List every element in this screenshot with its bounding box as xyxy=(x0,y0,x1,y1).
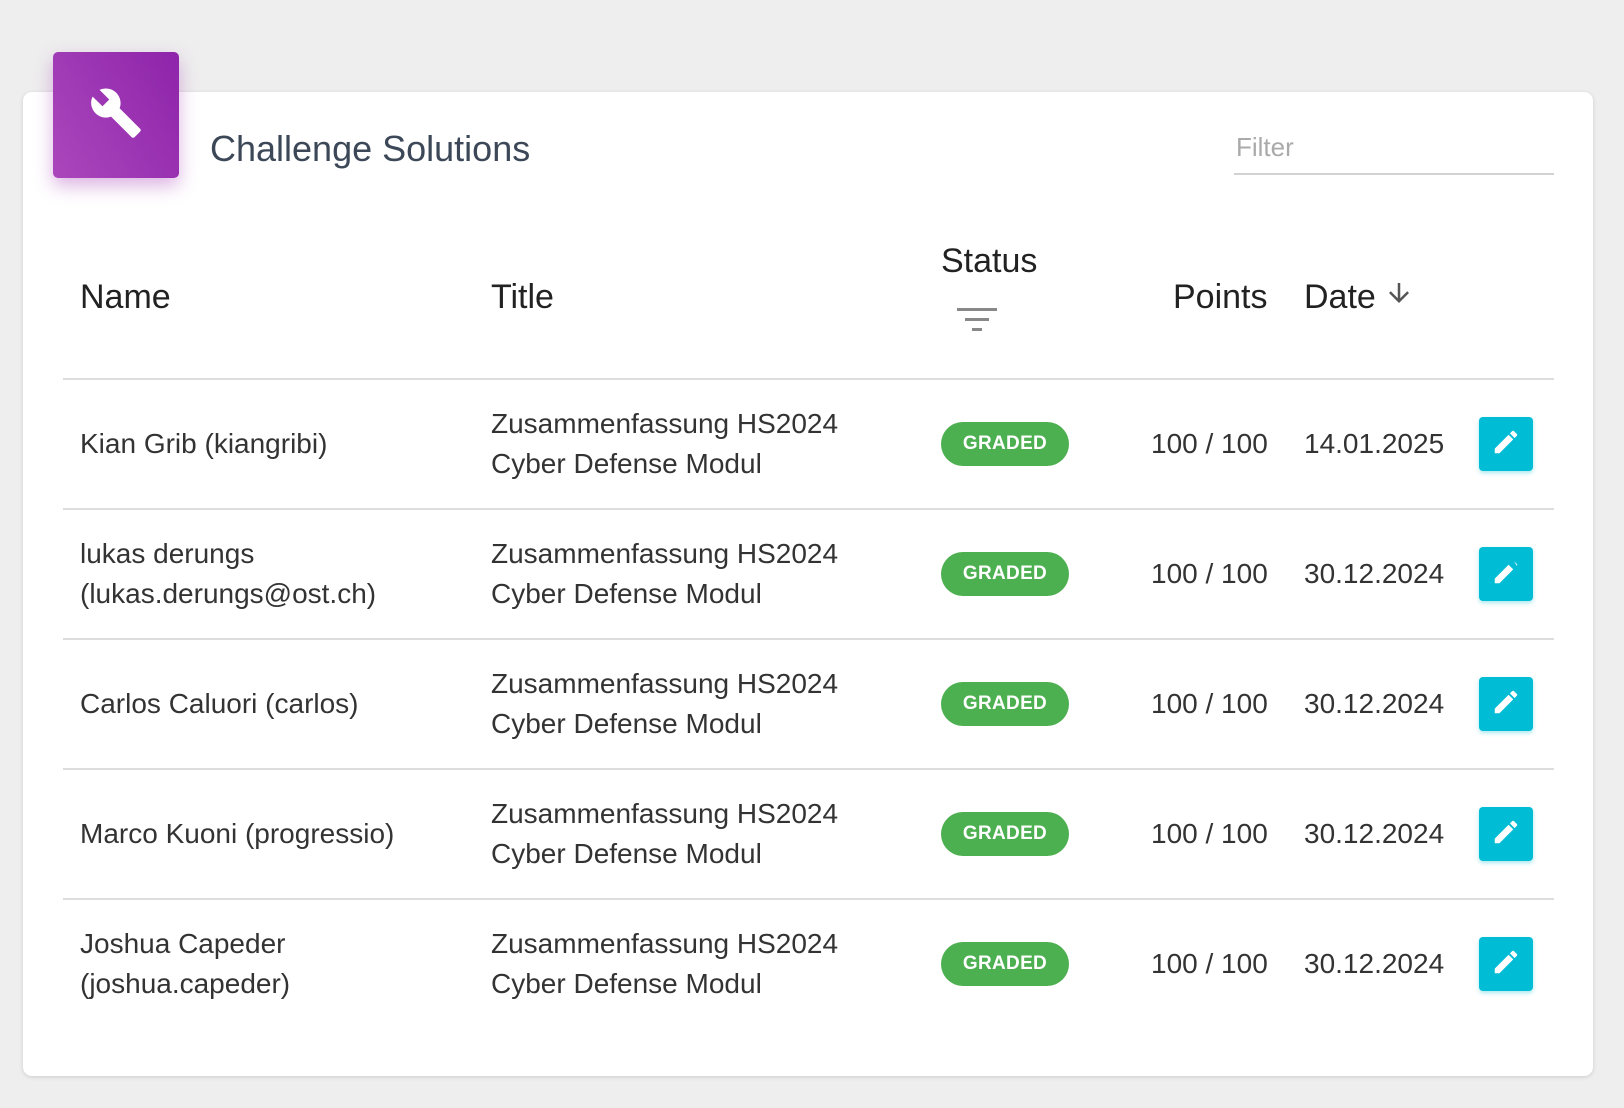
cell-date: 30.12.2024 xyxy=(1304,688,1445,719)
wrench-icon xyxy=(89,86,143,145)
cell-title: Zusammenfassung HS2024 Cyber Defense Mod… xyxy=(491,664,911,744)
name-line: Marco Kuoni (progressio) xyxy=(80,818,395,849)
cell-name: Kian Grib (kiangribi) xyxy=(80,424,460,464)
name-line: Carlos Caluori (carlos) xyxy=(80,688,359,719)
cell-name: Carlos Caluori (carlos) xyxy=(80,684,460,724)
title-line: Zusammenfassung HS2024 xyxy=(491,928,839,959)
card-header-icon-box xyxy=(53,52,179,178)
title-line: Cyber Defense Modul xyxy=(491,448,762,479)
filter-field xyxy=(1234,128,1554,175)
cell-name: Marco Kuoni (progressio) xyxy=(80,814,460,854)
filter-input[interactable] xyxy=(1234,128,1554,175)
title-line: Zusammenfassung HS2024 xyxy=(491,798,839,829)
status-badge: GRADED xyxy=(941,682,1069,726)
table-row: lukas derungs (lukas.derungs@ost.ch) Zus… xyxy=(63,510,1554,640)
cell-date: 30.12.2024 xyxy=(1304,948,1445,979)
title-line: Cyber Defense Modul xyxy=(491,968,762,999)
name-line: lukas derungs xyxy=(80,538,255,569)
status-badge: GRADED xyxy=(941,942,1069,986)
pencil-icon xyxy=(1491,817,1521,852)
cell-date: 30.12.2024 xyxy=(1304,818,1445,849)
cell-points: 100 / 100 xyxy=(1151,688,1268,719)
cell-date: 14.01.2025 xyxy=(1304,428,1445,459)
edit-button[interactable] xyxy=(1479,807,1533,861)
cell-title: Zusammenfassung HS2024 Cyber Defense Mod… xyxy=(491,924,911,1004)
cell-title: Zusammenfassung HS2024 Cyber Defense Mod… xyxy=(491,404,911,484)
table-row: Marco Kuoni (progressio) Zusammenfassung… xyxy=(63,770,1554,900)
table-row: Carlos Caluori (carlos) Zusammenfassung … xyxy=(63,640,1554,770)
arrow-down-icon xyxy=(1384,278,1414,317)
edit-button[interactable] xyxy=(1479,547,1533,601)
status-badge: GRADED xyxy=(941,422,1069,466)
page-title: Challenge Solutions xyxy=(210,128,531,169)
cell-points: 100 / 100 xyxy=(1151,558,1268,589)
column-header-status[interactable]: Status xyxy=(941,242,1037,281)
title-line: Cyber Defense Modul xyxy=(491,838,762,869)
solutions-table: Name Title Status Points Date Kian Grib … xyxy=(63,220,1554,1028)
status-badge: GRADED xyxy=(941,812,1069,856)
cell-points: 100 / 100 xyxy=(1151,428,1268,459)
name-line: (joshua.capeder) xyxy=(80,968,291,999)
pencil-icon xyxy=(1491,947,1521,982)
table-row: Joshua Capeder (joshua.capeder) Zusammen… xyxy=(63,900,1554,1028)
pencil-icon xyxy=(1491,557,1521,592)
filter-list-icon[interactable] xyxy=(957,306,997,334)
edit-button[interactable] xyxy=(1479,937,1533,991)
edit-button[interactable] xyxy=(1479,417,1533,471)
title-line: Zusammenfassung HS2024 xyxy=(491,668,839,699)
column-header-date-label: Date xyxy=(1304,278,1376,316)
column-header-title[interactable]: Title xyxy=(491,278,554,317)
column-header-points[interactable]: Points xyxy=(1173,278,1268,317)
table-row: Kian Grib (kiangribi) Zusammenfassung HS… xyxy=(63,380,1554,510)
title-line: Zusammenfassung HS2024 xyxy=(491,408,839,439)
column-header-name[interactable]: Name xyxy=(80,278,171,317)
cell-points: 100 / 100 xyxy=(1151,948,1268,979)
cell-date: 30.12.2024 xyxy=(1304,558,1445,589)
status-badge: GRADED xyxy=(941,552,1069,596)
title-line: Zusammenfassung HS2024 xyxy=(491,538,839,569)
cell-title: Zusammenfassung HS2024 Cyber Defense Mod… xyxy=(491,534,911,614)
title-line: Cyber Defense Modul xyxy=(491,708,762,739)
pencil-icon xyxy=(1491,427,1521,462)
name-line: Kian Grib (kiangribi) xyxy=(80,428,328,459)
pencil-icon xyxy=(1491,687,1521,722)
cell-points: 100 / 100 xyxy=(1151,818,1268,849)
table-header: Name Title Status Points Date xyxy=(63,220,1554,380)
name-line: Joshua Capeder xyxy=(80,928,286,959)
column-header-date[interactable]: Date xyxy=(1304,278,1414,317)
cell-name: lukas derungs (lukas.derungs@ost.ch) xyxy=(80,534,460,614)
cell-title: Zusammenfassung HS2024 Cyber Defense Mod… xyxy=(491,794,911,874)
title-line: Cyber Defense Modul xyxy=(491,578,762,609)
table-body: Kian Grib (kiangribi) Zusammenfassung HS… xyxy=(63,380,1554,1028)
cell-name: Joshua Capeder (joshua.capeder) xyxy=(80,924,460,1004)
edit-button[interactable] xyxy=(1479,677,1533,731)
name-line: (lukas.derungs@ost.ch) xyxy=(80,578,377,609)
